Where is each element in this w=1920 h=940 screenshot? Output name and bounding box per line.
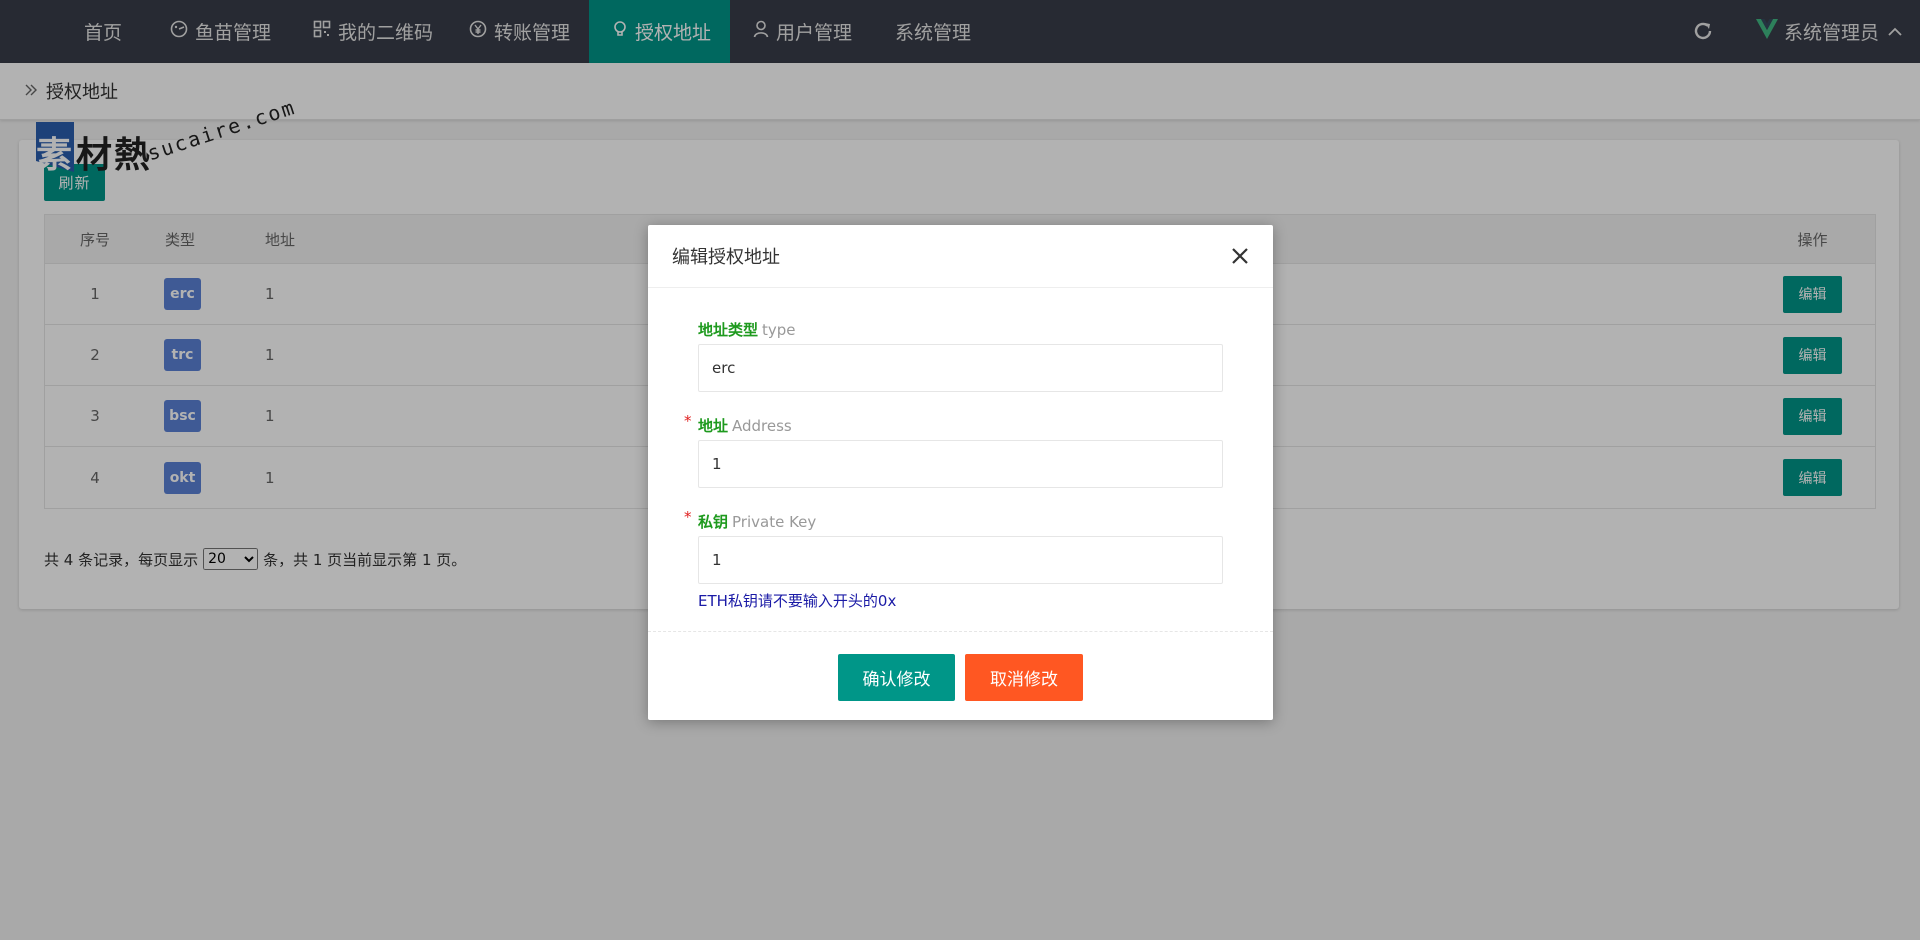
private-key-hint: ETH私钥请不要输入开头的0x <box>698 592 897 610</box>
type-field-label: 地址类型 type <box>698 319 796 340</box>
address-input[interactable] <box>698 440 1223 488</box>
cancel-button[interactable]: 取消修改 <box>965 654 1083 701</box>
key-field-label: 私钥 Private Key <box>698 511 816 532</box>
confirm-button[interactable]: 确认修改 <box>838 654 955 701</box>
address-label-cn: 地址 <box>698 417 729 435</box>
dialog-divider <box>648 631 1273 632</box>
key-label-cn: 私钥 <box>698 513 729 531</box>
type-label-cn: 地址类型 <box>698 321 759 339</box>
type-input[interactable] <box>698 344 1223 392</box>
type-label-en: type <box>762 321 796 339</box>
required-mark: * <box>684 508 692 526</box>
close-icon[interactable] <box>1227 243 1253 269</box>
address-field-label: 地址 Address <box>698 415 792 436</box>
dialog-header: 编辑授权地址 <box>648 225 1273 288</box>
address-label-en: Address <box>732 417 792 435</box>
edit-address-dialog: 编辑授权地址 地址类型type * 地址Address * 私钥Private … <box>648 225 1273 720</box>
dialog-title: 编辑授权地址 <box>672 247 780 268</box>
required-mark: * <box>684 412 692 430</box>
key-label-en: Private Key <box>732 513 817 531</box>
private-key-input[interactable] <box>698 536 1223 584</box>
